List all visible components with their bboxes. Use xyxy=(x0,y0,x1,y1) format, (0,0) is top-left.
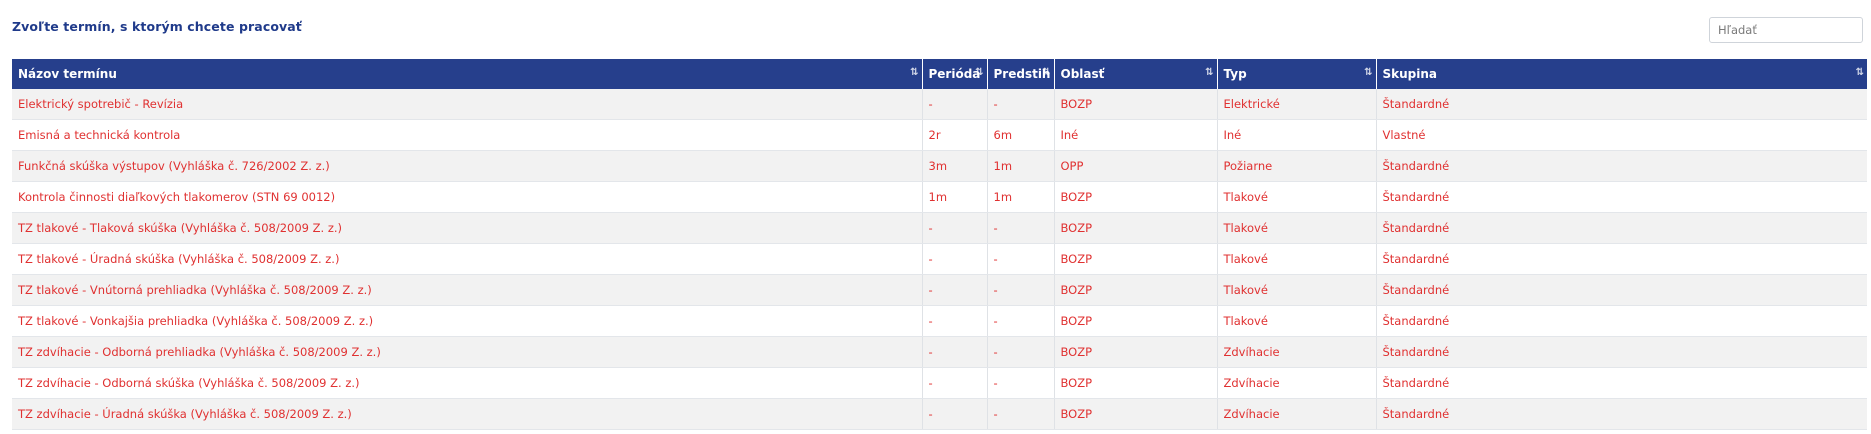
search-input[interactable] xyxy=(1709,17,1863,43)
cell-advance: - xyxy=(987,398,1055,430)
cell-area: BOZP xyxy=(1054,212,1218,244)
cell-advance: - xyxy=(987,336,1055,368)
sort-icon[interactable]: ⇅ xyxy=(1042,67,1051,78)
cell-name[interactable]: TZ tlakové - Tlaková skúška (Vyhláška č.… xyxy=(12,212,923,244)
cell-name[interactable]: TZ zdvíhacie - Odborná skúška (Vyhláška … xyxy=(12,367,923,399)
cell-advance: 6m xyxy=(987,119,1055,151)
cell-period: - xyxy=(922,274,988,306)
cell-advance: - xyxy=(987,305,1055,337)
table-header-row: Názov termínu ⇅ Perióda ⇅ Predstih ⇅ Obl… xyxy=(12,59,1867,89)
cell-area: BOZP xyxy=(1054,367,1218,399)
cell-period: - xyxy=(922,243,988,275)
table-row[interactable]: TZ zdvíhacie - Odborná prehliadka (Vyhlá… xyxy=(12,336,1867,368)
cell-group: Štandardné xyxy=(1376,212,1867,244)
table-row[interactable]: Kontrola činnosti diaľkových tlakomerov … xyxy=(12,181,1867,213)
sort-icon[interactable]: ⇅ xyxy=(910,67,919,78)
cell-area: BOZP xyxy=(1054,398,1218,430)
cell-name[interactable]: Kontrola činnosti diaľkových tlakomerov … xyxy=(12,181,923,213)
column-header-label: Názov termínu xyxy=(18,67,117,81)
cell-name[interactable]: TZ tlakové - Úradná skúška (Vyhláška č. … xyxy=(12,243,923,275)
cell-advance: - xyxy=(987,243,1055,275)
terms-table: Názov termínu ⇅ Perióda ⇅ Predstih ⇅ Obl… xyxy=(12,59,1867,430)
cell-group: Štandardné xyxy=(1376,336,1867,368)
cell-advance: 1m xyxy=(987,181,1055,213)
cell-area: Iné xyxy=(1054,119,1218,151)
cell-name[interactable]: TZ zdvíhacie - Úradná skúška (Vyhláška č… xyxy=(12,398,923,430)
column-header-type[interactable]: Typ ⇅ xyxy=(1217,59,1377,89)
sort-icon[interactable]: ⇅ xyxy=(1205,67,1214,78)
column-header-label: Perióda xyxy=(928,67,981,81)
sort-icon[interactable]: ⇅ xyxy=(1856,67,1865,78)
cell-group: Štandardné xyxy=(1376,367,1867,399)
cell-area: BOZP xyxy=(1054,181,1218,213)
table-row[interactable]: TZ zdvíhacie - Úradná skúška (Vyhláška č… xyxy=(12,398,1867,430)
page-title: Zvoľte termín, s ktorým chcete pracovať xyxy=(12,19,302,34)
cell-area: OPP xyxy=(1054,150,1218,182)
cell-group: Štandardné xyxy=(1376,243,1867,275)
cell-type: Zdvíhacie xyxy=(1217,398,1377,430)
cell-type: Elektrické xyxy=(1217,89,1377,120)
column-header-advance[interactable]: Predstih ⇅ xyxy=(987,59,1055,89)
cell-area: BOZP xyxy=(1054,89,1218,120)
cell-advance: - xyxy=(987,89,1055,120)
table-row[interactable]: Funkčná skúška výstupov (Vyhláška č. 726… xyxy=(12,150,1867,182)
column-header-label: Typ xyxy=(1223,67,1247,81)
cell-type: Iné xyxy=(1217,119,1377,151)
sort-icon[interactable]: ⇅ xyxy=(1364,67,1373,78)
cell-type: Zdvíhacie xyxy=(1217,336,1377,368)
table-row[interactable]: TZ tlakové - Úradná skúška (Vyhláška č. … xyxy=(12,243,1867,275)
cell-area: BOZP xyxy=(1054,305,1218,337)
cell-advance: - xyxy=(987,274,1055,306)
cell-group: Vlastné xyxy=(1376,119,1867,151)
cell-period: - xyxy=(922,336,988,368)
sort-icon[interactable]: ⇅ xyxy=(975,67,984,78)
column-header-label: Oblasť xyxy=(1060,67,1105,81)
table-row[interactable]: TZ tlakové - Vnútorná prehliadka (Vyhláš… xyxy=(12,274,1867,306)
cell-name[interactable]: TZ tlakové - Vnútorná prehliadka (Vyhláš… xyxy=(12,274,923,306)
cell-period: - xyxy=(922,398,988,430)
cell-area: BOZP xyxy=(1054,274,1218,306)
cell-group: Štandardné xyxy=(1376,89,1867,120)
cell-period: 3m xyxy=(922,150,988,182)
table-row[interactable]: Emisná a technická kontrola 2r 6m Iné In… xyxy=(12,119,1867,151)
cell-period: - xyxy=(922,89,988,120)
column-header-area[interactable]: Oblasť ⇅ xyxy=(1054,59,1218,89)
column-header-label: Skupina xyxy=(1382,67,1438,81)
page: Zvoľte termín, s ktorým chcete pracovať … xyxy=(0,0,1871,434)
cell-type: Požiarne xyxy=(1217,150,1377,182)
table-row[interactable]: TZ zdvíhacie - Odborná skúška (Vyhláška … xyxy=(12,367,1867,399)
table-row[interactable]: TZ tlakové - Vonkajšia prehliadka (Vyhlá… xyxy=(12,305,1867,337)
cell-name[interactable]: TZ zdvíhacie - Odborná prehliadka (Vyhlá… xyxy=(12,336,923,368)
cell-type: Zdvíhacie xyxy=(1217,367,1377,399)
cell-period: 2r xyxy=(922,119,988,151)
cell-advance: 1m xyxy=(987,150,1055,182)
cell-name[interactable]: TZ tlakové - Vonkajšia prehliadka (Vyhlá… xyxy=(12,305,923,337)
cell-group: Štandardné xyxy=(1376,181,1867,213)
cell-period: - xyxy=(922,367,988,399)
column-header-name[interactable]: Názov termínu ⇅ xyxy=(12,59,923,89)
cell-area: BOZP xyxy=(1054,243,1218,275)
cell-period: - xyxy=(922,305,988,337)
cell-group: Štandardné xyxy=(1376,305,1867,337)
column-header-period[interactable]: Perióda ⇅ xyxy=(922,59,988,89)
cell-name[interactable]: Funkčná skúška výstupov (Vyhláška č. 726… xyxy=(12,150,923,182)
cell-period: 1m xyxy=(922,181,988,213)
cell-advance: - xyxy=(987,212,1055,244)
cell-type: Tlakové xyxy=(1217,305,1377,337)
cell-name[interactable]: Elektrický spotrebič - Revízia xyxy=(12,89,923,120)
cell-type: Tlakové xyxy=(1217,274,1377,306)
cell-area: BOZP xyxy=(1054,336,1218,368)
cell-period: - xyxy=(922,212,988,244)
table-row[interactable]: Elektrický spotrebič - Revízia - - BOZP … xyxy=(12,89,1867,120)
cell-type: Tlakové xyxy=(1217,243,1377,275)
cell-group: Štandardné xyxy=(1376,274,1867,306)
cell-type: Tlakové xyxy=(1217,212,1377,244)
table-row[interactable]: TZ tlakové - Tlaková skúška (Vyhláška č.… xyxy=(12,212,1867,244)
column-header-group[interactable]: Skupina ⇅ xyxy=(1376,59,1867,89)
cell-group: Štandardné xyxy=(1376,150,1867,182)
cell-type: Tlakové xyxy=(1217,181,1377,213)
cell-advance: - xyxy=(987,367,1055,399)
cell-name[interactable]: Emisná a technická kontrola xyxy=(12,119,923,151)
cell-group: Štandardné xyxy=(1376,398,1867,430)
